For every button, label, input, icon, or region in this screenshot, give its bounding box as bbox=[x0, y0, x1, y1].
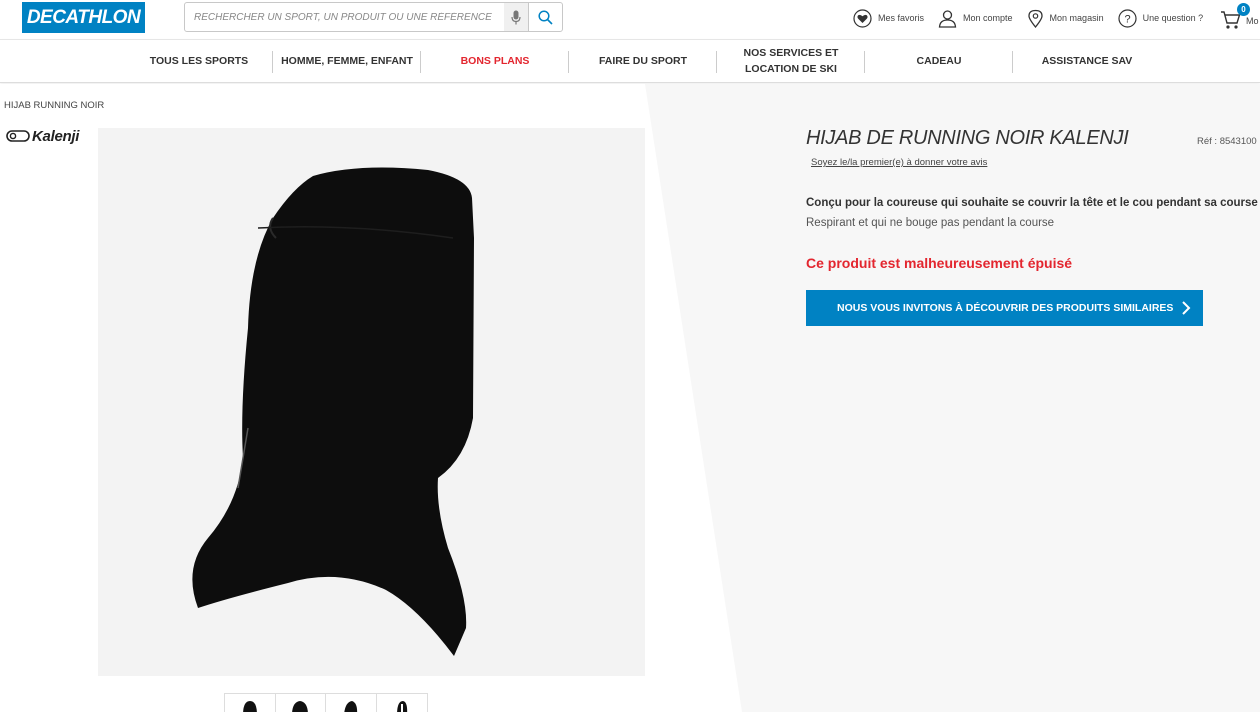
search-bar bbox=[184, 2, 563, 32]
nav-label: FAIRE DU SPORT bbox=[598, 55, 688, 67]
hijab-image bbox=[192, 167, 474, 657]
account-label: Mon compte bbox=[963, 13, 1013, 23]
store-link[interactable]: Mon magasin bbox=[1027, 9, 1104, 28]
site-header: DECATHLON Mes favoris Mon compte Mon mag… bbox=[0, 0, 1260, 38]
main-nav: TOUS LES SPORTS HOMME, FEMME, ENFANT BON… bbox=[0, 39, 1260, 83]
search-button[interactable] bbox=[528, 3, 562, 31]
thumbnail[interactable] bbox=[276, 694, 326, 712]
cart-button[interactable]: 0 Mo bbox=[1220, 3, 1260, 33]
help-label: Une question ? bbox=[1142, 13, 1204, 23]
breadcrumb[interactable]: HIJAB RUNNING NOIR bbox=[4, 100, 104, 111]
out-of-stock-message: Ce produit est malheureusement épuisé bbox=[806, 255, 1073, 271]
favorites-link[interactable]: Mes favoris bbox=[853, 8, 925, 28]
account-link[interactable]: Mon compte bbox=[938, 9, 1013, 28]
search-input[interactable] bbox=[185, 3, 504, 31]
nav-item-all-sports[interactable]: TOUS LES SPORTS bbox=[125, 40, 273, 82]
review-link[interactable]: Soyez le/la premier(e) à donner votre av… bbox=[811, 157, 987, 168]
product-description-sub: Respirant et qui ne bouge pas pendant la… bbox=[806, 217, 1055, 229]
svg-text:?: ? bbox=[1124, 13, 1130, 25]
product-description-main: Conçu pour la coureuse qui souhaite se c… bbox=[806, 197, 1258, 209]
nav-label: ASSISTANCE SAV bbox=[1041, 55, 1133, 67]
nav-item-services-ski[interactable]: NOS SERVICES ET LOCATION DE SKI bbox=[717, 40, 865, 82]
microphone-icon[interactable] bbox=[504, 3, 528, 31]
cta-label: NOUS VOUS INVITONS À DÉCOUVRIR DES PRODU… bbox=[837, 302, 1174, 314]
help-link[interactable]: ? Une question ? bbox=[1117, 8, 1204, 28]
store-label: Mon magasin bbox=[1049, 13, 1104, 23]
chevron-right-icon bbox=[1182, 301, 1191, 315]
nav-label: HOMME, FEMME, ENFANT bbox=[281, 55, 413, 67]
heart-icon bbox=[853, 8, 872, 28]
thumbnail[interactable] bbox=[326, 694, 377, 712]
search-icon bbox=[538, 9, 553, 25]
brand-name: Kalenji bbox=[32, 127, 80, 145]
user-icon bbox=[938, 9, 957, 28]
help-circle-icon: ? bbox=[1117, 8, 1137, 28]
nav-item-deals[interactable]: BONS PLANS bbox=[421, 40, 569, 82]
nav-label: NOS SERVICES ET LOCATION DE SKI bbox=[743, 47, 839, 75]
header-links: Mes favoris Mon compte Mon magasin ? Une… bbox=[853, 6, 1217, 30]
thumbnail-strip bbox=[224, 693, 428, 712]
thumbnail[interactable] bbox=[377, 694, 428, 712]
brand-logo[interactable]: Kalenji bbox=[6, 126, 90, 146]
nav-item-after-sales[interactable]: ASSISTANCE SAV bbox=[1013, 40, 1161, 82]
nav-label: BONS PLANS bbox=[460, 55, 530, 67]
decathlon-logo[interactable]: DECATHLON bbox=[22, 2, 145, 33]
nav-item-do-sport[interactable]: FAIRE DU SPORT bbox=[569, 40, 717, 82]
similar-products-button[interactable]: NOUS VOUS INVITONS À DÉCOUVRIR DES PRODU… bbox=[806, 290, 1203, 326]
cart-count-badge: 0 bbox=[1237, 3, 1250, 16]
favorites-label: Mes favoris bbox=[878, 13, 925, 23]
nav-item-men-women-kids[interactable]: HOMME, FEMME, ENFANT bbox=[273, 40, 421, 82]
thumbnail[interactable] bbox=[225, 694, 276, 712]
nav-item-gift[interactable]: CADEAU bbox=[865, 40, 1013, 82]
location-pin-icon bbox=[1027, 9, 1043, 28]
kalenji-logo-icon bbox=[6, 130, 30, 142]
nav-label: TOUS LES SPORTS bbox=[149, 55, 249, 67]
product-image[interactable] bbox=[98, 128, 645, 676]
product-reference: Réf : 8543100 bbox=[1197, 136, 1257, 147]
cart-label: Mo bbox=[1246, 16, 1259, 26]
nav-label: CADEAU bbox=[916, 55, 962, 67]
product-title: HIJAB DE RUNNING NOIR KALENJI bbox=[806, 127, 1129, 149]
